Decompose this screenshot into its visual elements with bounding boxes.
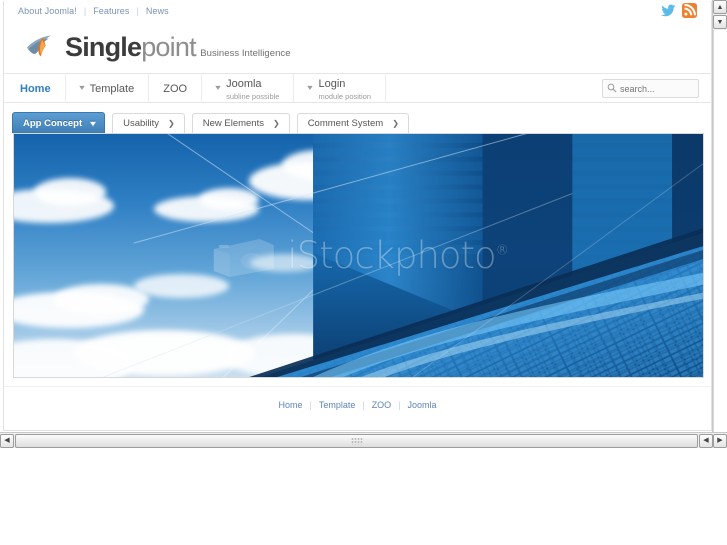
menu-item-subline: subline possible (226, 91, 280, 101)
footer-separator: | (398, 399, 401, 410)
tab-new-elements[interactable]: New Elements ❯ (191, 113, 290, 133)
chevron-down-icon: ▾ (78, 83, 85, 92)
footer-link-zoo[interactable]: ZOO (372, 400, 392, 410)
social-links (661, 3, 697, 18)
topnav-separator: | (83, 6, 87, 16)
triangle-right-icon: ▶ (717, 437, 723, 444)
search-icon (607, 80, 617, 98)
logo-text: Singlepoint Business Intelligence (65, 31, 291, 62)
menu-item-zoo[interactable]: ZOO (149, 74, 203, 102)
logo-word-bold: Single (65, 31, 142, 62)
menu-item-template[interactable]: ▾ Template (66, 74, 150, 102)
logo-tagline: Business Intelligence (200, 47, 291, 59)
rss-icon[interactable] (682, 3, 697, 18)
hero-building (103, 134, 703, 377)
menu-item-subline: module position (318, 91, 372, 101)
page-document: About Joomla! | Features | News Singlepo… (0, 0, 712, 432)
scroll-left-button[interactable]: ◀ (0, 433, 14, 448)
footer-separator: | (362, 399, 365, 410)
chevron-down-icon: ▾ (90, 118, 96, 128)
topnav-item-about-joomla[interactable]: About Joomla! (18, 6, 77, 16)
footer-link-template[interactable]: Template (319, 400, 356, 410)
top-navigation: About Joomla! | Features | News (18, 6, 169, 16)
top-utility-bar: About Joomla! | Features | News (4, 1, 711, 21)
tab-label: New Elements (202, 118, 264, 129)
search-input[interactable] (620, 83, 698, 94)
tab-usability[interactable]: Usability ❯ (112, 113, 185, 133)
scroll-right-button[interactable]: ▶ (713, 433, 727, 448)
chevron-down-icon: ▾ (307, 83, 314, 92)
logo-wordmark: Singlepoint (65, 31, 197, 62)
tab-label: Usability (123, 118, 160, 129)
menu-item-label: Template (89, 82, 135, 95)
tab-app-concept[interactable]: App Concept ▾ (12, 112, 106, 133)
menu-item-login[interactable]: ▾ Login module position (294, 74, 387, 102)
menu-item-joomla[interactable]: ▾ Joomla subline possible (202, 74, 295, 102)
scroll-left-button-2[interactable]: ◀ (699, 433, 713, 448)
thumb-grip (350, 437, 363, 444)
footer-link-joomla[interactable]: Joomla (408, 400, 437, 410)
footer-navigation: Home | Template | ZOO | Joomla (4, 386, 711, 422)
content-sheet: About Joomla! | Features | News Singlepo… (3, 1, 712, 431)
tab-label: Comment System (307, 118, 384, 129)
browser-viewport: About Joomla! | Features | News Singlepo… (0, 0, 727, 448)
tab-comment-system[interactable]: Comment System ❯ (296, 113, 409, 133)
topnav-separator: | (136, 6, 139, 16)
chevron-down-icon: ▾ (215, 83, 221, 92)
twitter-icon[interactable] (661, 3, 676, 18)
triangle-left-icon: ◀ (703, 437, 709, 444)
menu-item-label: Joomla (226, 78, 262, 91)
scroll-down-button[interactable]: ▼ (713, 15, 727, 29)
menu-item-label: Home (20, 82, 51, 95)
logo-word-light: point (141, 31, 196, 62)
topnav-item-features[interactable]: Features (93, 6, 129, 16)
widget-tab-strip: App Concept ▾ Usability ❯ New Elements ❯… (4, 103, 711, 133)
chevron-right-icon: ❯ (168, 119, 175, 128)
chevron-right-icon: ❯ (272, 119, 280, 128)
main-menu-bar: Home ▾ Template ZOO ▾ Joomla subline pos… (4, 73, 711, 104)
search-box[interactable] (602, 79, 699, 98)
menu-item-home[interactable]: Home (4, 74, 66, 102)
menu-item-label: Login (318, 78, 346, 91)
swoosh-logo-icon (26, 34, 60, 60)
topnav-item-news[interactable]: News (146, 6, 169, 16)
horizontal-scrollbar[interactable]: ◀ ◀ ▶ (0, 432, 727, 448)
footer-link-home[interactable]: Home (278, 400, 302, 410)
hero-image[interactable]: iStockphoto® (13, 133, 704, 378)
tab-label: App Concept (23, 117, 83, 129)
menu-item-label: ZOO (163, 82, 188, 95)
footer-separator: | (309, 399, 312, 410)
vertical-scrollbar[interactable]: ▲ ▼ (712, 0, 727, 432)
vertical-scrollbar-trough[interactable] (713, 30, 727, 432)
triangle-up-icon: ▲ (716, 3, 724, 11)
triangle-left-icon: ◀ (4, 437, 10, 444)
chevron-right-icon: ❯ (392, 119, 399, 128)
horizontal-scrollbar-thumb[interactable] (15, 433, 698, 448)
scroll-up-button[interactable]: ▲ (713, 0, 727, 14)
triangle-down-icon: ▼ (716, 18, 724, 26)
site-logo[interactable]: Singlepoint Business Intelligence (4, 21, 711, 73)
hero-banner[interactable]: iStockphoto® (13, 133, 704, 378)
